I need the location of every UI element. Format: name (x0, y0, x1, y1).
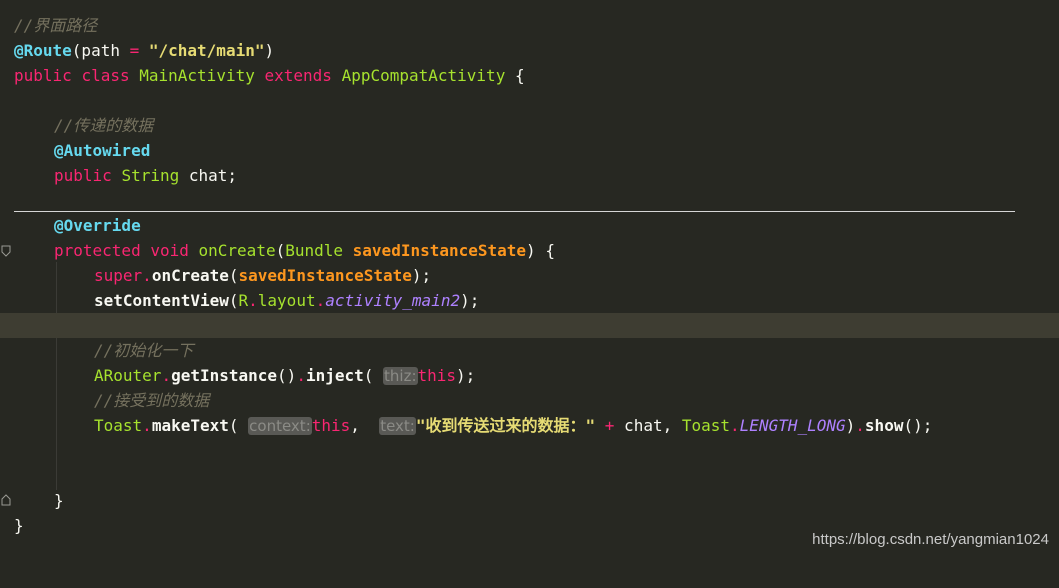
code-line-10[interactable]: protected void onCreate(Bundle savedInst… (0, 238, 1059, 263)
code-token: ( (228, 291, 239, 310)
code-token: ) (264, 41, 275, 60)
class-ref: ARouter (94, 366, 162, 385)
fold-end-icon[interactable] (1, 494, 11, 506)
method-name: onCreate (198, 241, 276, 260)
route-path-string: "/chat/main" (148, 41, 265, 60)
code-line-5[interactable]: //传递的数据 (0, 113, 1059, 138)
code-line-6[interactable]: @Autowired (0, 138, 1059, 163)
code-line-3[interactable]: public class MainActivity extends AppCom… (0, 63, 1059, 88)
operator: + (604, 416, 615, 435)
code-token: ); (411, 266, 432, 285)
operator: . (315, 291, 326, 310)
keyword: public (14, 66, 72, 85)
code-line-17[interactable]: Toast.makeText( context:this, text:"收到传送… (0, 413, 1059, 438)
operator: . (142, 266, 152, 285)
code-token: ) { (526, 241, 555, 260)
class-ref: Toast (94, 416, 143, 435)
keyword: this (311, 416, 351, 435)
parameter-hint: context: (248, 417, 312, 435)
code-line-14[interactable]: //初始化一下 (0, 338, 1059, 363)
method-call: getInstance (171, 366, 278, 385)
code-token: () (277, 366, 297, 385)
code-line-2[interactable]: @Route(path = "/chat/main") (0, 38, 1059, 63)
comment: //接受到的数据 (94, 391, 210, 410)
keyword: void (150, 241, 189, 260)
method-call: inject (305, 366, 364, 385)
code-token: ( (228, 416, 239, 435)
type-name: Bundle (285, 241, 344, 260)
fold-start-icon[interactable] (1, 245, 11, 257)
code-line-16[interactable]: //接受到的数据 (0, 388, 1059, 413)
operator: . (296, 366, 306, 385)
class-ref: R (238, 291, 249, 310)
operator: . (855, 416, 865, 435)
code-line-11[interactable]: super.onCreate(savedInstanceState); (0, 263, 1059, 288)
operator: = (129, 41, 140, 60)
code-token: ( (363, 366, 374, 385)
class-name: MainActivity (139, 66, 255, 85)
code-token: (path (71, 41, 130, 60)
annotation-autowired: @Autowired (54, 141, 151, 160)
operator: . (730, 416, 740, 435)
code-line-20[interactable]: } (0, 488, 1059, 513)
operator: . (161, 366, 172, 385)
parameter: savedInstanceState (238, 266, 412, 285)
parameter-hint: text: (379, 417, 416, 435)
method-call: show (864, 416, 904, 435)
class-ref: layout (257, 291, 316, 310)
code-token: ( (275, 241, 286, 260)
comment: //初始化一下 (94, 341, 194, 360)
method-separator (14, 211, 1015, 212)
keyword: this (417, 366, 457, 385)
parameter-hint: thiz: (383, 367, 418, 385)
comment: //传递的数据 (54, 116, 154, 135)
method-call: onCreate (151, 266, 229, 285)
watermark: https://blog.csdn.net/yangmian1024 (812, 531, 1049, 548)
keyword: public (54, 166, 112, 185)
code-token: ); (460, 291, 480, 310)
annotation-override: @Override (54, 216, 141, 235)
code-token: ) (845, 416, 856, 435)
code-token: , (350, 416, 370, 435)
parameter: savedInstanceState (352, 241, 527, 260)
method-call: setContentView (94, 291, 229, 310)
keyword: class (81, 66, 130, 85)
static-field: LENGTH_LONG (739, 416, 846, 435)
keyword: super (94, 266, 143, 285)
code-token: { (505, 66, 525, 85)
code-token: chat; (179, 166, 238, 185)
comment: //界面路径 (14, 16, 98, 35)
operator: . (142, 416, 152, 435)
code-token: ); (456, 366, 476, 385)
current-line-highlight[interactable] (0, 313, 1059, 338)
type-name: String (121, 166, 180, 185)
code-token: chat, (614, 416, 682, 435)
static-field: activity_main2 (325, 291, 461, 310)
toast-message-string: "收到传送过来的数据：" (415, 416, 596, 435)
keyword: protected (54, 241, 141, 260)
code-token: (); (903, 416, 933, 435)
code-line-1[interactable]: //界面路径 (0, 13, 1059, 38)
code-token: } (14, 516, 24, 535)
keyword: extends (264, 66, 332, 85)
code-token: ( (228, 266, 239, 285)
annotation-route: @Route (14, 41, 72, 60)
code-line-9[interactable]: @Override (0, 213, 1059, 238)
code-editor[interactable]: //界面路径 @Route(path = "/chat/main") publi… (0, 0, 1059, 556)
operator: . (248, 291, 258, 310)
superclass-name: AppCompatActivity (341, 66, 506, 85)
class-ref: Toast (681, 416, 731, 435)
code-line-12[interactable]: setContentView(R.layout.activity_main2); (0, 288, 1059, 313)
code-line-15[interactable]: ARouter.getInstance().inject( thiz:this)… (0, 363, 1059, 388)
code-token: } (54, 491, 64, 510)
method-call: makeText (151, 416, 229, 435)
code-line-7[interactable]: public String chat; (0, 163, 1059, 188)
